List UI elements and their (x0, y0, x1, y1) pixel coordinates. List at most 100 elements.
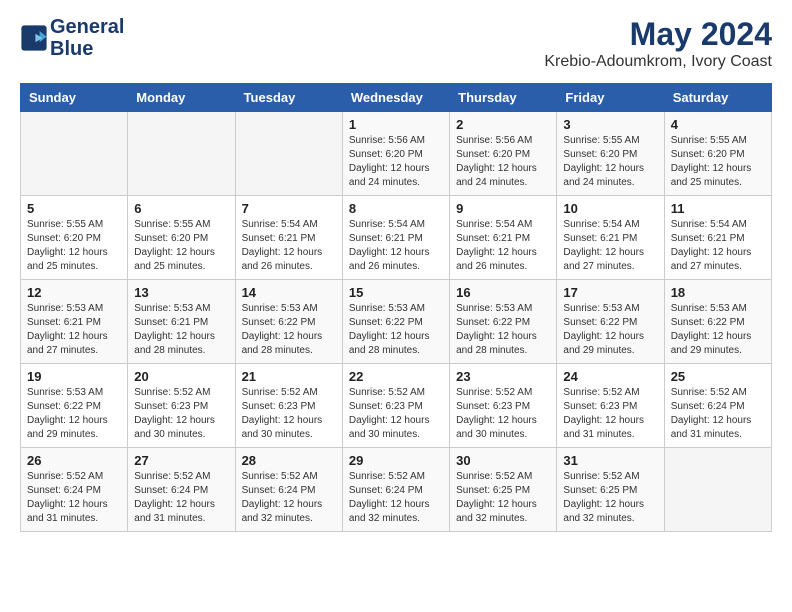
header-cell-friday: Friday (557, 84, 664, 112)
day-number: 24 (563, 369, 657, 384)
day-cell: 31 Sunrise: 5:52 AM Sunset: 6:25 PM Dayli… (557, 448, 664, 532)
header-cell-wednesday: Wednesday (342, 84, 449, 112)
day-number: 15 (349, 285, 443, 300)
day-cell: 6 Sunrise: 5:55 AM Sunset: 6:20 PM Daylig… (128, 196, 235, 280)
day-info: Sunrise: 5:52 AM Sunset: 6:23 PM Dayligh… (242, 386, 336, 442)
day-cell: 26 Sunrise: 5:52 AM Sunset: 6:24 PM Dayli… (21, 448, 128, 532)
logo-line1: General (50, 16, 124, 38)
day-number: 1 (349, 117, 443, 132)
day-number: 23 (456, 369, 550, 384)
day-cell: 12 Sunrise: 5:53 AM Sunset: 6:21 PM Dayli… (21, 280, 128, 364)
day-number: 21 (242, 369, 336, 384)
day-cell: 20 Sunrise: 5:52 AM Sunset: 6:23 PM Dayli… (128, 364, 235, 448)
day-number: 12 (27, 285, 121, 300)
day-number: 10 (563, 201, 657, 216)
day-number: 14 (242, 285, 336, 300)
day-cell: 7Sunrise: 5:54 AM Sunset: 6:21 PM Daylig… (235, 196, 342, 280)
logo-text: General Blue (50, 16, 124, 60)
day-cell: 10Sunrise: 5:54 AM Sunset: 6:21 PM Dayli… (557, 196, 664, 280)
day-cell: 18Sunrise: 5:53 AM Sunset: 6:22 PM Dayli… (664, 280, 771, 364)
day-cell (664, 448, 771, 532)
day-cell: 4 Sunrise: 5:55 AM Sunset: 6:20 PM Daylig… (664, 112, 771, 196)
day-number: 2 (456, 117, 550, 132)
week-row-1: 5 Sunrise: 5:55 AM Sunset: 6:20 PM Daylig… (21, 196, 772, 280)
day-cell: 24 Sunrise: 5:52 AM Sunset: 6:23 PM Dayli… (557, 364, 664, 448)
day-cell: 3 Sunrise: 5:55 AM Sunset: 6:20 PM Daylig… (557, 112, 664, 196)
day-info: Sunrise: 5:52 AM Sunset: 6:24 PM Dayligh… (671, 386, 765, 442)
day-number: 27 (134, 453, 228, 468)
day-cell: 27Sunrise: 5:52 AM Sunset: 6:24 PM Dayli… (128, 448, 235, 532)
day-info: Sunrise: 5:53 AM Sunset: 6:21 PM Dayligh… (27, 302, 121, 358)
header-cell-saturday: Saturday (664, 84, 771, 112)
day-info: Sunrise: 5:53 AM Sunset: 6:22 PM Dayligh… (349, 302, 443, 358)
header-cell-thursday: Thursday (450, 84, 557, 112)
header-row: SundayMondayTuesdayWednesdayThursdayFrid… (21, 84, 772, 112)
day-number: 25 (671, 369, 765, 384)
day-cell: 19Sunrise: 5:53 AM Sunset: 6:22 PM Dayli… (21, 364, 128, 448)
day-number: 8 (349, 201, 443, 216)
day-cell: 16Sunrise: 5:53 AM Sunset: 6:22 PM Dayli… (450, 280, 557, 364)
day-cell (128, 112, 235, 196)
day-info: Sunrise: 5:55 AM Sunset: 6:20 PM Dayligh… (671, 134, 765, 190)
title-section: May 2024 Krebio-Adoumkrom, Ivory Coast (544, 16, 772, 71)
page: General Blue May 2024 Krebio-Adoumkrom, … (0, 0, 792, 548)
day-cell: 1 Sunrise: 5:56 AM Sunset: 6:20 PM Daylig… (342, 112, 449, 196)
day-info: Sunrise: 5:52 AM Sunset: 6:23 PM Dayligh… (349, 386, 443, 442)
calendar-body: 1 Sunrise: 5:56 AM Sunset: 6:20 PM Daylig… (21, 112, 772, 532)
day-info: Sunrise: 5:52 AM Sunset: 6:24 PM Dayligh… (27, 470, 121, 526)
main-title: May 2024 (544, 16, 772, 53)
header: General Blue May 2024 Krebio-Adoumkrom, … (20, 16, 772, 71)
day-number: 13 (134, 285, 228, 300)
day-cell: 14 Sunrise: 5:53 AM Sunset: 6:22 PM Dayli… (235, 280, 342, 364)
week-row-2: 12 Sunrise: 5:53 AM Sunset: 6:21 PM Dayli… (21, 280, 772, 364)
day-info: Sunrise: 5:56 AM Sunset: 6:20 PM Dayligh… (349, 134, 443, 190)
day-cell: 21 Sunrise: 5:52 AM Sunset: 6:23 PM Dayli… (235, 364, 342, 448)
day-cell: 8Sunrise: 5:54 AM Sunset: 6:21 PM Daylig… (342, 196, 449, 280)
day-number: 26 (27, 453, 121, 468)
day-info: Sunrise: 5:54 AM Sunset: 6:21 PM Dayligh… (242, 218, 336, 274)
day-number: 9 (456, 201, 550, 216)
day-info: Sunrise: 5:53 AM Sunset: 6:22 PM Dayligh… (242, 302, 336, 358)
day-cell: 5Sunrise: 5:55 AM Sunset: 6:20 PM Daylig… (21, 196, 128, 280)
day-number: 17 (563, 285, 657, 300)
day-info: Sunrise: 5:52 AM Sunset: 6:23 PM Dayligh… (134, 386, 228, 442)
day-cell: 25 Sunrise: 5:52 AM Sunset: 6:24 PM Dayli… (664, 364, 771, 448)
day-info: Sunrise: 5:52 AM Sunset: 6:23 PM Dayligh… (456, 386, 550, 442)
day-number: 11 (671, 201, 765, 216)
day-info: Sunrise: 5:52 AM Sunset: 6:25 PM Dayligh… (563, 470, 657, 526)
logo-line2: Blue (50, 38, 124, 60)
day-number: 4 (671, 117, 765, 132)
day-number: 5 (27, 201, 121, 216)
day-info: Sunrise: 5:53 AM Sunset: 6:22 PM Dayligh… (563, 302, 657, 358)
day-info: Sunrise: 5:52 AM Sunset: 6:24 PM Dayligh… (349, 470, 443, 526)
day-cell: 9 Sunrise: 5:54 AM Sunset: 6:21 PM Daylig… (450, 196, 557, 280)
header-cell-sunday: Sunday (21, 84, 128, 112)
day-number: 20 (134, 369, 228, 384)
logo-icon (20, 24, 48, 52)
day-info: Sunrise: 5:56 AM Sunset: 6:20 PM Dayligh… (456, 134, 550, 190)
day-info: Sunrise: 5:52 AM Sunset: 6:25 PM Dayligh… (456, 470, 550, 526)
day-number: 6 (134, 201, 228, 216)
day-number: 31 (563, 453, 657, 468)
day-cell: 23 Sunrise: 5:52 AM Sunset: 6:23 PM Dayli… (450, 364, 557, 448)
day-number: 19 (27, 369, 121, 384)
day-number: 3 (563, 117, 657, 132)
day-number: 22 (349, 369, 443, 384)
day-cell: 29 Sunrise: 5:52 AM Sunset: 6:24 PM Dayli… (342, 448, 449, 532)
day-info: Sunrise: 5:52 AM Sunset: 6:23 PM Dayligh… (563, 386, 657, 442)
day-info: Sunrise: 5:55 AM Sunset: 6:20 PM Dayligh… (563, 134, 657, 190)
day-info: Sunrise: 5:54 AM Sunset: 6:21 PM Dayligh… (671, 218, 765, 274)
logo: General Blue (20, 16, 124, 60)
day-info: Sunrise: 5:55 AM Sunset: 6:20 PM Dayligh… (134, 218, 228, 274)
subtitle: Krebio-Adoumkrom, Ivory Coast (544, 53, 772, 71)
day-number: 29 (349, 453, 443, 468)
day-number: 16 (456, 285, 550, 300)
day-cell: 28Sunrise: 5:52 AM Sunset: 6:24 PM Dayli… (235, 448, 342, 532)
header-cell-tuesday: Tuesday (235, 84, 342, 112)
calendar-header: SundayMondayTuesdayWednesdayThursdayFrid… (21, 84, 772, 112)
calendar: SundayMondayTuesdayWednesdayThursdayFrid… (20, 83, 772, 532)
day-cell: 11 Sunrise: 5:54 AM Sunset: 6:21 PM Dayli… (664, 196, 771, 280)
day-info: Sunrise: 5:54 AM Sunset: 6:21 PM Dayligh… (456, 218, 550, 274)
day-cell: 30Sunrise: 5:52 AM Sunset: 6:25 PM Dayli… (450, 448, 557, 532)
day-info: Sunrise: 5:53 AM Sunset: 6:21 PM Dayligh… (134, 302, 228, 358)
